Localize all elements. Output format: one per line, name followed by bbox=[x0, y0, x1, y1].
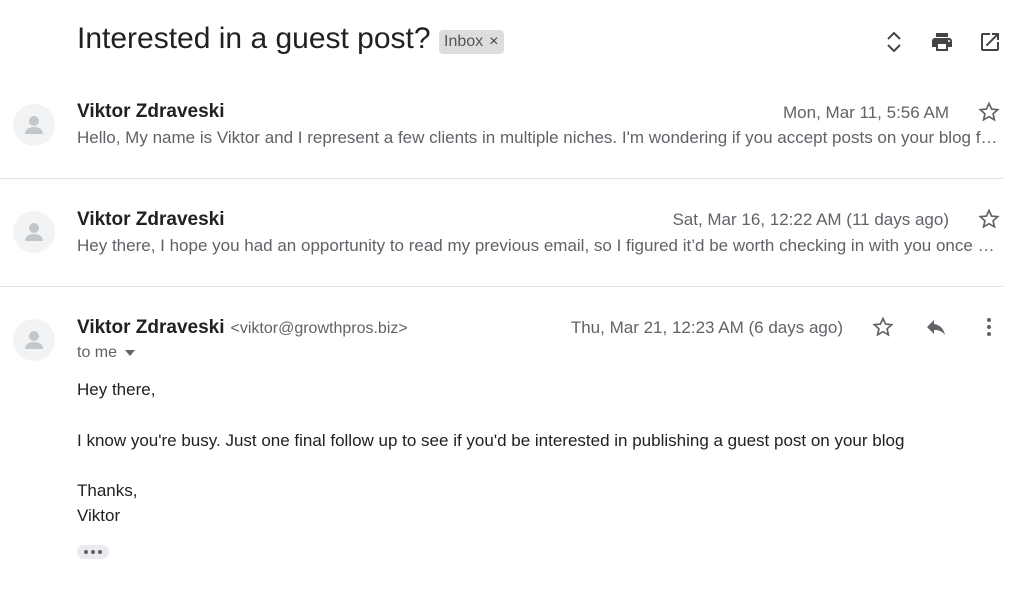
reply-icon[interactable] bbox=[922, 313, 950, 341]
thread-subject: Interested in a guest post? bbox=[77, 22, 431, 55]
message-date: Mon, Mar 11, 5:56 AM bbox=[783, 103, 949, 122]
recipient-text: to me bbox=[77, 344, 118, 361]
expand-collapse-icon[interactable] bbox=[880, 28, 908, 56]
sender-name-text: Viktor Zdraveski bbox=[77, 317, 225, 338]
message-snippet: Hello, My name is Viktor and I represent… bbox=[77, 128, 1002, 147]
divider bbox=[0, 286, 1003, 287]
sender-name: Viktor Zdraveski bbox=[77, 209, 225, 230]
star-icon[interactable] bbox=[869, 313, 897, 341]
recipient-details-toggle[interactable]: to me bbox=[77, 344, 136, 362]
print-icon[interactable] bbox=[928, 28, 956, 56]
thread-header: Interested in a guest post? Inbox × bbox=[0, 0, 1024, 86]
inbox-label-chip[interactable]: Inbox × bbox=[439, 30, 505, 54]
more-vert-icon[interactable] bbox=[975, 313, 1003, 341]
body-greeting: Hey there, bbox=[77, 380, 156, 399]
sender-name: Viktor Zdraveski <viktor@growthpros.biz> bbox=[77, 317, 408, 339]
message-snippet: Hey there, I hope you had an opportunity… bbox=[77, 236, 1002, 255]
sender-name: Viktor Zdraveski bbox=[77, 101, 225, 122]
open-in-new-window-icon[interactable] bbox=[976, 28, 1004, 56]
chevron-down-icon bbox=[125, 350, 136, 356]
sender-email: <viktor@growthpros.biz> bbox=[230, 320, 408, 337]
show-trimmed-content-button[interactable] bbox=[77, 545, 109, 559]
star-icon[interactable] bbox=[975, 98, 1003, 126]
label-text: Inbox bbox=[444, 33, 484, 50]
body-signature: Viktor bbox=[77, 506, 121, 525]
star-icon[interactable] bbox=[975, 205, 1003, 233]
message-date: Sat, Mar 16, 12:22 AM (11 days ago) bbox=[672, 210, 949, 229]
message-date: Thu, Mar 21, 12:23 AM (6 days ago) bbox=[570, 318, 843, 337]
avatar bbox=[13, 104, 55, 146]
body-paragraph: I know you're busy. Just one final follo… bbox=[77, 431, 905, 450]
body-signoff: Thanks, bbox=[77, 481, 138, 500]
avatar bbox=[13, 211, 55, 253]
divider bbox=[0, 178, 1003, 179]
avatar bbox=[13, 319, 55, 361]
remove-label-button[interactable]: × bbox=[489, 33, 498, 51]
